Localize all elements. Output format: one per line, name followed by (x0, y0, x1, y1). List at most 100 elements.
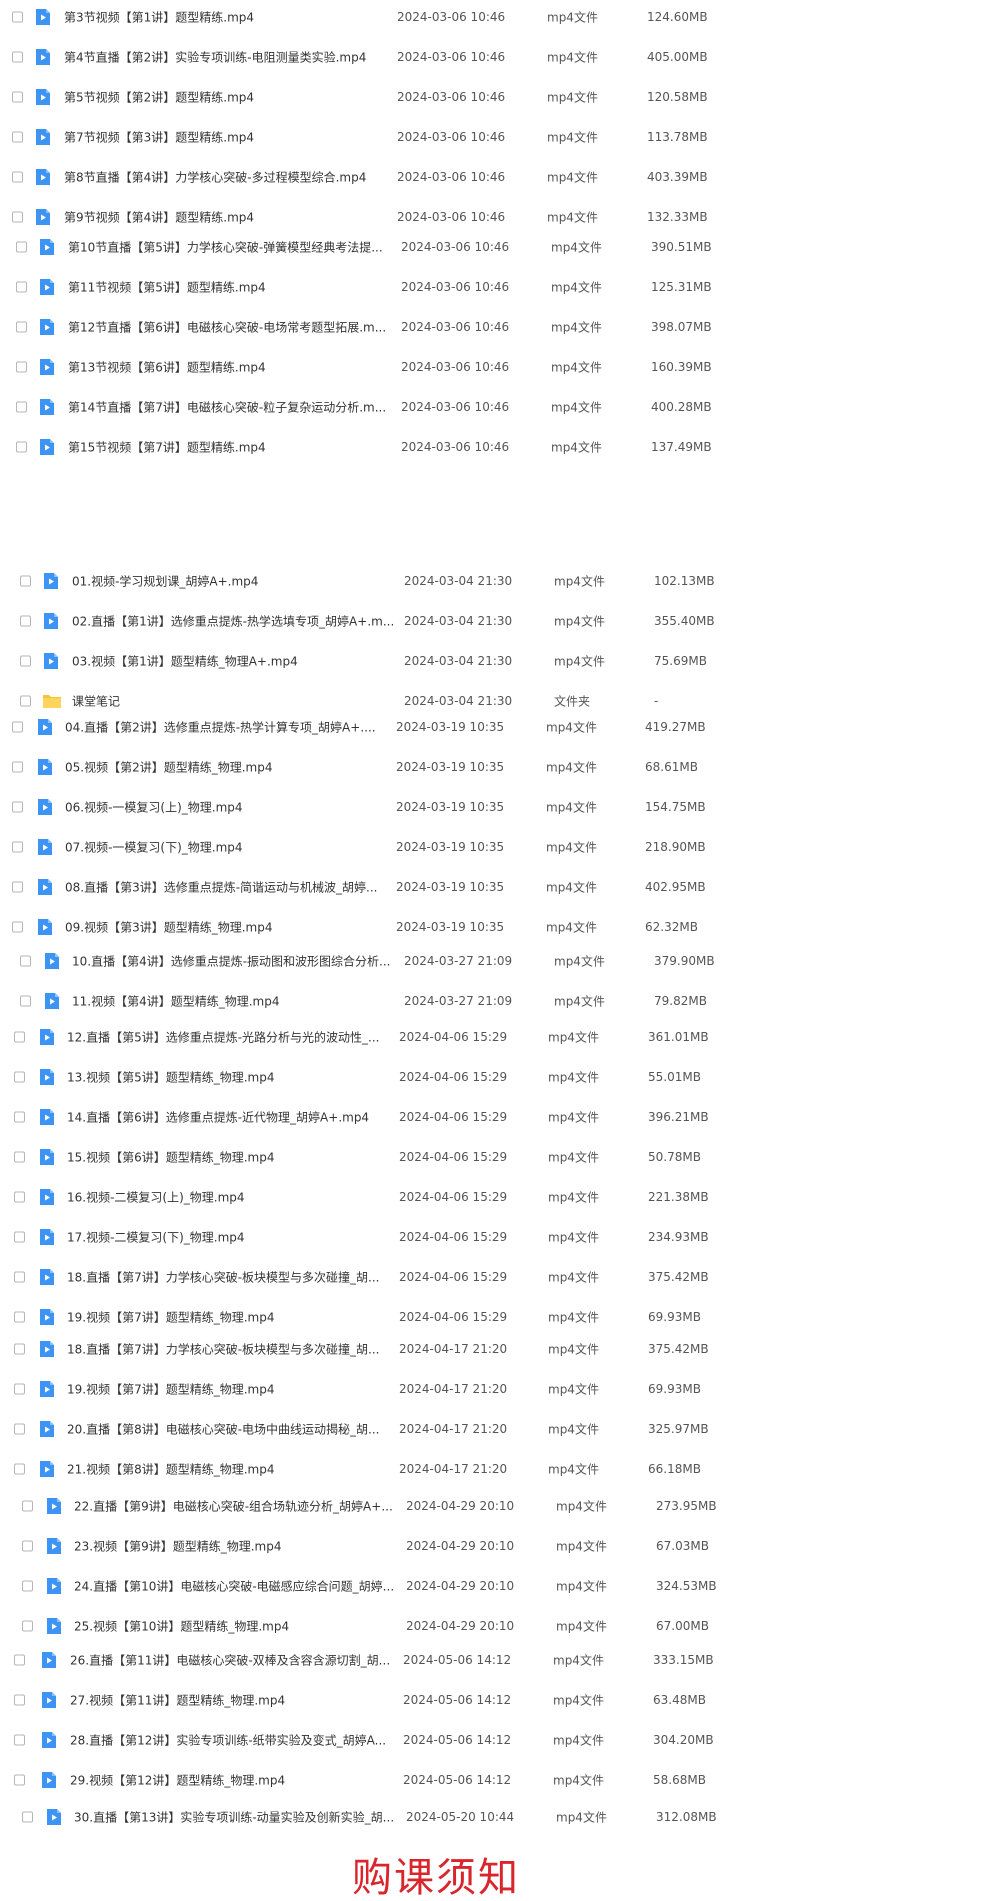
checkbox-icon[interactable] (14, 1774, 25, 1786)
file-row[interactable]: 06.视频-一模复习(上)_物理.mp4 2024-03-19 10:35 mp4文… (0, 795, 993, 819)
checkbox-icon[interactable] (22, 1540, 33, 1552)
checkbox-icon[interactable] (22, 1811, 33, 1823)
file-row[interactable]: 23.视频【第9讲】题型精练_物理.mp4 2024-04-29 20:10 mp4… (0, 1534, 993, 1558)
file-name[interactable]: 第14节直播【第7讲】电磁核心突破-粒子复杂运动分析.m... (68, 399, 403, 416)
checkbox-icon[interactable] (14, 1271, 25, 1283)
file-name[interactable]: 07.视频-一模复习(下)_物理.mp4 (65, 839, 400, 856)
checkbox-icon[interactable] (12, 841, 23, 853)
file-row[interactable]: 26.直播【第11讲】电磁核心突破-双棒及含容含源切割_胡... 2024-05-… (0, 1648, 993, 1672)
file-row[interactable]: 28.直播【第12讲】实验专项训练-纸带实验及变式_胡婷A... 2024-05-… (0, 1728, 993, 1752)
file-name[interactable]: 第3节视频【第1讲】题型精练.mp4 (64, 9, 399, 26)
file-name[interactable]: 课堂笔记 (72, 693, 407, 710)
file-row[interactable]: 04.直播【第2讲】选修重点提炼-热学计算专项_胡婷A+.... 2024-03-… (0, 715, 993, 739)
file-name[interactable]: 第9节视频【第4讲】题型精练.mp4 (64, 209, 399, 226)
checkbox-icon[interactable] (12, 881, 23, 893)
file-name[interactable]: 18.直播【第7讲】力学核心突破-板块模型与多次碰撞_胡... (67, 1269, 402, 1286)
file-row[interactable]: 22.直播【第9讲】电磁核心突破-组合场轨迹分析_胡婷A+... 2024-04-… (0, 1494, 993, 1518)
file-name[interactable]: 第13节视频【第6讲】题型精练.mp4 (68, 359, 403, 376)
file-row[interactable]: 19.视频【第7讲】题型精练_物理.mp4 2024-04-17 21:20 mp4… (0, 1377, 993, 1401)
file-name[interactable]: 21.视频【第8讲】题型精练_物理.mp4 (67, 1461, 402, 1478)
checkbox-icon[interactable] (20, 655, 31, 667)
checkbox-icon[interactable] (12, 11, 23, 23)
file-row[interactable]: 第7节视频【第3讲】题型精练.mp4 2024-03-06 10:46 mp4文件 1… (0, 125, 993, 149)
file-name[interactable]: 17.视频-二模复习(下)_物理.mp4 (67, 1229, 402, 1246)
checkbox-icon[interactable] (22, 1620, 33, 1632)
file-row[interactable]: 18.直播【第7讲】力学核心突破-板块模型与多次碰撞_胡... 2024-04-1… (0, 1337, 993, 1361)
file-name[interactable]: 12.直播【第5讲】选修重点提炼-光路分析与光的波动性_... (67, 1029, 402, 1046)
file-row[interactable]: 09.视频【第3讲】题型精练_物理.mp4 2024-03-19 10:35 mp4… (0, 915, 993, 939)
file-row[interactable]: 15.视频【第6讲】题型精练_物理.mp4 2024-04-06 15:29 mp4… (0, 1145, 993, 1169)
file-name[interactable]: 01.视频-学习规划课_胡婷A+.mp4 (72, 573, 407, 590)
checkbox-icon[interactable] (16, 241, 27, 253)
file-name[interactable]: 11.视频【第4讲】题型精练_物理.mp4 (72, 993, 407, 1010)
checkbox-icon[interactable] (14, 1463, 25, 1475)
checkbox-icon[interactable] (14, 1343, 25, 1355)
file-name[interactable]: 06.视频-一模复习(上)_物理.mp4 (65, 799, 400, 816)
checkbox-icon[interactable] (12, 801, 23, 813)
file-name[interactable]: 第10节直播【第5讲】力学核心突破-弹簧模型经典考法提... (68, 239, 403, 256)
file-name[interactable]: 19.视频【第7讲】题型精练_物理.mp4 (67, 1309, 402, 1326)
checkbox-icon[interactable] (20, 695, 31, 707)
file-row[interactable]: 12.直播【第5讲】选修重点提炼-光路分析与光的波动性_... 2024-04-0… (0, 1025, 993, 1049)
file-name[interactable]: 20.直播【第8讲】电磁核心突破-电场中曲线运动揭秘_胡... (67, 1421, 402, 1438)
file-row[interactable]: 20.直播【第8讲】电磁核心突破-电场中曲线运动揭秘_胡... 2024-04-1… (0, 1417, 993, 1441)
checkbox-icon[interactable] (14, 1031, 25, 1043)
file-name[interactable]: 08.直播【第3讲】选修重点提炼-简谐运动与机械波_胡婷... (65, 879, 400, 896)
file-name[interactable]: 第4节直播【第2讲】实验专项训练-电阻测量类实验.mp4 (64, 49, 399, 66)
file-name[interactable]: 16.视频-二模复习(上)_物理.mp4 (67, 1189, 402, 1206)
file-name[interactable]: 14.直播【第6讲】选修重点提炼-近代物理_胡婷A+.mp4 (67, 1109, 402, 1126)
checkbox-icon[interactable] (16, 441, 27, 453)
file-name[interactable]: 09.视频【第3讲】题型精练_物理.mp4 (65, 919, 400, 936)
file-row[interactable]: 07.视频-一模复习(下)_物理.mp4 2024-03-19 10:35 mp4文… (0, 835, 993, 859)
file-row[interactable]: 第13节视频【第6讲】题型精练.mp4 2024-03-06 10:46 mp4文件… (0, 355, 993, 379)
checkbox-icon[interactable] (12, 211, 23, 223)
checkbox-icon[interactable] (14, 1111, 25, 1123)
checkbox-icon[interactable] (14, 1231, 25, 1243)
checkbox-icon[interactable] (14, 1151, 25, 1163)
file-name[interactable]: 28.直播【第12讲】实验专项训练-纸带实验及变式_胡婷A... (70, 1732, 405, 1749)
file-row[interactable]: 01.视频-学习规划课_胡婷A+.mp4 2024-03-04 21:30 mp4文… (0, 569, 993, 593)
file-row[interactable]: 16.视频-二模复习(上)_物理.mp4 2024-04-06 15:29 mp4文… (0, 1185, 993, 1209)
file-row[interactable]: 第3节视频【第1讲】题型精练.mp4 2024-03-06 10:46 mp4文件 1… (0, 5, 993, 29)
file-name[interactable]: 24.直播【第10讲】电磁核心突破-电磁感应综合问题_胡婷... (74, 1578, 409, 1595)
checkbox-icon[interactable] (12, 91, 23, 103)
file-row[interactable]: 05.视频【第2讲】题型精练_物理.mp4 2024-03-19 10:35 mp4… (0, 755, 993, 779)
file-row[interactable]: 第5节视频【第2讲】题型精练.mp4 2024-03-06 10:46 mp4文件 1… (0, 85, 993, 109)
file-row[interactable]: 24.直播【第10讲】电磁核心突破-电磁感应综合问题_胡婷... 2024-04-… (0, 1574, 993, 1598)
file-row[interactable]: 17.视频-二模复习(下)_物理.mp4 2024-04-06 15:29 mp4文… (0, 1225, 993, 1249)
file-row[interactable]: 13.视频【第5讲】题型精练_物理.mp4 2024-04-06 15:29 mp4… (0, 1065, 993, 1089)
file-name[interactable]: 第5节视频【第2讲】题型精练.mp4 (64, 89, 399, 106)
checkbox-icon[interactable] (16, 281, 27, 293)
file-row[interactable]: 25.视频【第10讲】题型精练_物理.mp4 2024-04-29 20:10 mp… (0, 1614, 993, 1638)
checkbox-icon[interactable] (14, 1383, 25, 1395)
file-name[interactable]: 04.直播【第2讲】选修重点提炼-热学计算专项_胡婷A+.... (65, 719, 400, 736)
file-row[interactable]: 第11节视频【第5讲】题型精练.mp4 2024-03-06 10:46 mp4文件… (0, 275, 993, 299)
checkbox-icon[interactable] (14, 1694, 25, 1706)
file-row[interactable]: 14.直播【第6讲】选修重点提炼-近代物理_胡婷A+.mp4 2024-04-06… (0, 1105, 993, 1129)
file-row[interactable]: 02.直播【第1讲】选修重点提炼-热学选填专项_胡婷A+.m... 2024-03… (0, 609, 993, 633)
checkbox-icon[interactable] (16, 321, 27, 333)
file-row[interactable]: 第4节直播【第2讲】实验专项训练-电阻测量类实验.mp4 2024-03-06 1… (0, 45, 993, 69)
checkbox-icon[interactable] (14, 1311, 25, 1323)
file-row[interactable]: 18.直播【第7讲】力学核心突破-板块模型与多次碰撞_胡... 2024-04-0… (0, 1265, 993, 1289)
file-name[interactable]: 18.直播【第7讲】力学核心突破-板块模型与多次碰撞_胡... (67, 1341, 402, 1358)
checkbox-icon[interactable] (12, 921, 23, 933)
file-name[interactable]: 03.视频【第1讲】题型精练_物理A+.mp4 (72, 653, 407, 670)
file-name[interactable]: 29.视频【第12讲】题型精练_物理.mp4 (70, 1772, 405, 1789)
checkbox-icon[interactable] (14, 1423, 25, 1435)
file-name[interactable]: 15.视频【第6讲】题型精练_物理.mp4 (67, 1149, 402, 1166)
file-row[interactable]: 19.视频【第7讲】题型精练_物理.mp4 2024-04-06 15:29 mp4… (0, 1305, 993, 1329)
file-name[interactable]: 10.直播【第4讲】选修重点提炼-振动图和波形图综合分析... (72, 953, 407, 970)
file-row[interactable]: 08.直播【第3讲】选修重点提炼-简谐运动与机械波_胡婷... 2024-03-1… (0, 875, 993, 899)
file-row[interactable]: 第12节直播【第6讲】电磁核心突破-电场常考题型拓展.m... 2024-03-0… (0, 315, 993, 339)
checkbox-icon[interactable] (14, 1734, 25, 1746)
file-row[interactable]: 11.视频【第4讲】题型精练_物理.mp4 2024-03-27 21:09 mp4… (0, 989, 993, 1013)
checkbox-icon[interactable] (14, 1071, 25, 1083)
checkbox-icon[interactable] (14, 1654, 25, 1666)
file-row[interactable]: 第10节直播【第5讲】力学核心突破-弹簧模型经典考法提... 2024-03-06… (0, 235, 993, 259)
checkbox-icon[interactable] (20, 955, 31, 967)
checkbox-icon[interactable] (20, 615, 31, 627)
checkbox-icon[interactable] (16, 361, 27, 373)
checkbox-icon[interactable] (20, 575, 31, 587)
checkbox-icon[interactable] (22, 1500, 33, 1512)
